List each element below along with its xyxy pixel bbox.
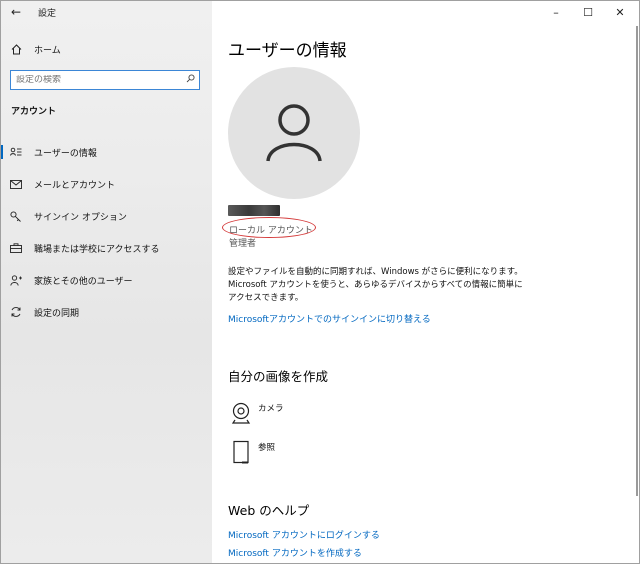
search-box[interactable]	[10, 70, 200, 90]
camera-icon	[228, 401, 254, 425]
person-add-icon	[0, 274, 32, 286]
switch-to-microsoft-account-link[interactable]: Microsoftアカウントでのサインインに切り替える	[228, 312, 431, 325]
titlebar-left: ← 設定	[0, 0, 212, 24]
sidebar-item-label: 職場または学校にアクセスする	[34, 244, 160, 255]
mail-icon	[0, 179, 32, 189]
sidebar-item-work-school[interactable]: 職場または学校にアクセスする	[0, 232, 212, 264]
sidebar-item-label: サインイン オプション	[34, 212, 127, 223]
sidebar-item-mail[interactable]: メールとアカウント	[0, 168, 212, 200]
browse-label: 参照	[258, 443, 276, 453]
minimize-icon: –	[553, 5, 559, 19]
app-title: 設定	[38, 8, 57, 19]
home-icon	[0, 43, 32, 55]
close-button[interactable]: ✕	[604, 0, 636, 24]
window-controls: – ☐ ✕	[540, 0, 636, 24]
sync-icon	[0, 306, 32, 318]
section-heading: アカウント	[11, 107, 57, 117]
user-info-icon	[0, 147, 32, 157]
help-heading: Web のヘルプ	[228, 503, 310, 518]
page-title: ユーザーの情報	[228, 41, 347, 61]
back-button[interactable]: ←	[0, 0, 32, 24]
nav-home-label: ホーム	[34, 45, 61, 56]
highlight-ellipse	[222, 217, 316, 238]
browse-option[interactable]: 参照	[228, 440, 275, 464]
active-indicator	[0, 145, 3, 159]
sidebar-item-sync[interactable]: 設定の同期	[0, 296, 212, 328]
main-content: ユーザーの情報 ローカル アカウント 管理者 設定やファイルを自動的に同期すれば…	[212, 0, 640, 564]
maximize-icon: ☐	[583, 5, 593, 19]
maximize-button[interactable]: ☐	[572, 0, 604, 24]
nav-list: ユーザーの情報 メールとアカウント サインイン オプション 職場または学校にアク…	[0, 136, 212, 328]
briefcase-icon	[0, 243, 32, 253]
sidebar: ← 設定 ホーム アカウント ユーザーの情報 メールとアカウント	[0, 0, 212, 564]
sidebar-item-family[interactable]: 家族とその他のユーザー	[0, 264, 212, 296]
sidebar-item-user-info[interactable]: ユーザーの情報	[0, 136, 212, 168]
sidebar-item-signin[interactable]: サインイン オプション	[0, 200, 212, 232]
close-icon: ✕	[615, 5, 625, 19]
sidebar-item-label: 家族とその他のユーザー	[34, 276, 133, 287]
sidebar-item-label: ユーザーの情報	[34, 148, 97, 159]
help-link-create[interactable]: Microsoft アカウントを作成する	[228, 546, 362, 559]
help-link-login[interactable]: Microsoft アカウントにログインする	[228, 528, 380, 541]
file-browse-icon	[228, 440, 254, 464]
account-role: 管理者	[229, 239, 257, 249]
sidebar-item-label: メールとアカウント	[34, 180, 116, 191]
username-redacted	[228, 205, 280, 216]
search-input[interactable]	[16, 75, 176, 85]
person-icon	[266, 104, 322, 162]
search-icon	[186, 74, 195, 86]
camera-label: カメラ	[258, 404, 284, 414]
sidebar-item-label: 設定の同期	[34, 308, 80, 319]
minimize-button[interactable]: –	[540, 0, 572, 24]
back-arrow-icon: ←	[10, 5, 22, 19]
nav-home[interactable]: ホーム	[0, 38, 212, 60]
avatar	[228, 67, 360, 199]
key-icon	[0, 210, 32, 222]
scrollbar[interactable]	[636, 26, 638, 496]
create-picture-heading: 自分の画像を作成	[228, 369, 329, 384]
account-description: 設定やファイルを自動的に同期すれば、Windows がさらに便利になります。Mi…	[228, 267, 523, 303]
camera-option[interactable]: カメラ	[228, 401, 284, 425]
